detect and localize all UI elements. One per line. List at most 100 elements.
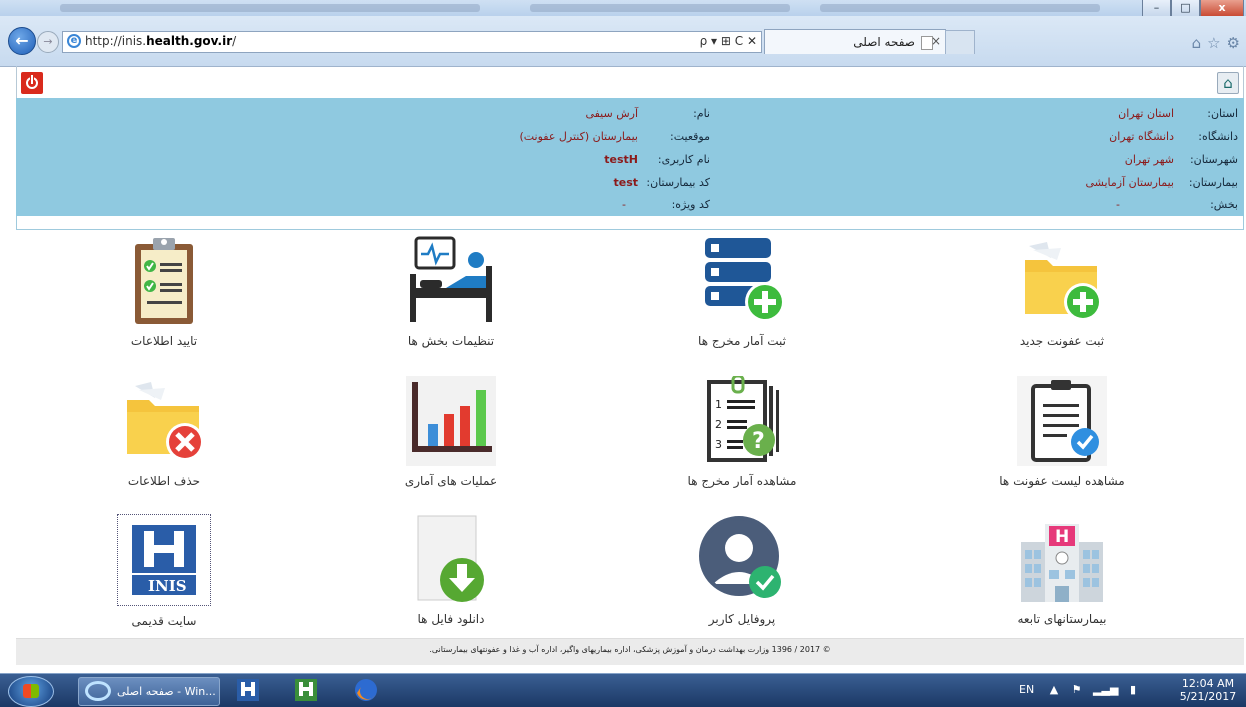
bar-chart-icon xyxy=(406,376,496,466)
tile-label: پروفایل کاربر xyxy=(708,612,776,626)
svg-text:3: 3 xyxy=(715,438,722,451)
province-row: استان: xyxy=(1207,107,1238,121)
tile-label: مشاهده لیست عفونت ها xyxy=(999,474,1125,488)
clipboard-check-icon xyxy=(1017,376,1107,466)
tab-close-icon[interactable]: × xyxy=(931,34,941,48)
tile-new-infection[interactable]: ثبت عفونت جدید xyxy=(982,236,1142,348)
svg-text:H: H xyxy=(1055,527,1069,547)
city-label: شهرستان: xyxy=(1189,153,1238,166)
username-value: testH xyxy=(604,153,638,166)
hospital-value: بیمارستان آزمایشی xyxy=(1085,176,1174,189)
ie-icon: e xyxy=(67,34,81,48)
ie-icon xyxy=(85,681,111,701)
folder-add-icon xyxy=(1017,236,1107,326)
taskbar-ie-item[interactable]: صفحه اصلی - Win... xyxy=(78,677,220,706)
hospital-code-label: کد بیمارستان: xyxy=(646,176,710,189)
tile-confirm-data[interactable]: تایید اطلاعات xyxy=(84,236,244,348)
favorites-star-icon[interactable]: ☆ xyxy=(1207,34,1220,52)
position-label: موقعیت: xyxy=(670,130,710,143)
language-indicator[interactable]: EN xyxy=(1019,683,1034,696)
tile-delete-data[interactable]: حذف اطلاعات xyxy=(84,376,244,488)
signal-icon[interactable]: ▂▃▅ xyxy=(1093,683,1118,696)
svg-text:?: ? xyxy=(752,429,765,454)
clock-time: 12:04 AM xyxy=(1181,677,1235,690)
tile-label: تنظیمات بخش ها xyxy=(407,334,495,348)
hospital-building-icon: H xyxy=(1017,514,1107,604)
address-tools[interactable]: ρ ▾ ⊞ C ✕ xyxy=(700,34,757,48)
taskbar-inis-app-2[interactable] xyxy=(286,677,326,704)
back-button[interactable]: ← xyxy=(8,27,36,55)
special-code-label: کد ویژه: xyxy=(671,198,710,211)
windows-taskbar: صفحه اصلی - Win... EN ▲ ⚑ ▂▃▅ ▮ 12:04 AM… xyxy=(0,673,1246,707)
blurred-menu xyxy=(820,4,1100,12)
blurred-menu xyxy=(60,4,480,12)
page-topbar: ⌂ xyxy=(16,66,1244,98)
tile-label: دانلود فایل ها xyxy=(417,612,485,626)
province-label: استان: xyxy=(1207,107,1238,120)
position-value: بیمارستان (کنترل عفونت) xyxy=(519,130,638,143)
tile-label: حذف اطلاعات xyxy=(127,474,201,488)
taskbar-clock[interactable]: 12:04 AM 5/21/2017 xyxy=(1178,677,1238,703)
tile-user-profile[interactable]: پروفایل کاربر xyxy=(662,514,822,626)
tile-affiliated-hospitals[interactable]: H بیمارستانهای تابعه xyxy=(982,514,1142,626)
clock-date: 5/21/2017 xyxy=(1179,690,1237,703)
username-label: نام کاربری: xyxy=(657,153,710,166)
tile-ward-settings[interactable]: تنظیمات بخش ها xyxy=(371,236,531,348)
user-profile-icon xyxy=(697,514,787,604)
svg-text:2: 2 xyxy=(715,418,722,431)
tile-label: عملیات های آماری xyxy=(404,474,498,488)
forward-button[interactable]: → xyxy=(37,31,59,53)
tile-old-site[interactable]: INIS سایت قدیمی xyxy=(84,514,244,628)
home-icon[interactable]: ⌂ xyxy=(1192,34,1202,52)
folder-delete-icon xyxy=(119,376,209,466)
copyright-text: © 2017 / 1396 وزارت بهداشت درمان و آموزش… xyxy=(429,645,831,654)
university-label: دانشگاه: xyxy=(1198,130,1238,143)
file-download-icon xyxy=(406,514,496,604)
url-text: http://inis.health.gov.ir/ xyxy=(85,34,237,48)
tile-label: سایت قدیمی xyxy=(131,614,197,628)
settings-gear-icon[interactable]: ⚙ xyxy=(1227,34,1240,52)
address-bar[interactable]: e http://inis.health.gov.ir/ ρ ▾ ⊞ C ✕ xyxy=(62,31,762,53)
system-tray: EN ▲ ⚑ ▂▃▅ ▮ xyxy=(1019,683,1136,696)
info-panel-bottom xyxy=(16,216,1244,230)
power-logout-icon[interactable] xyxy=(21,72,43,94)
tile-view-discharge[interactable]: 1 2 3 ? مشاهده آمار مخرج ها xyxy=(662,374,822,488)
document-question-icon: 1 2 3 ? xyxy=(697,374,787,466)
tile-discharge-stats[interactable]: ثبت آمار مخرج ها xyxy=(662,236,822,348)
new-tab-button[interactable] xyxy=(945,30,975,54)
ward-label: بخش: xyxy=(1210,198,1238,211)
start-button[interactable] xyxy=(8,676,54,707)
svg-text:1: 1 xyxy=(715,398,722,411)
blurred-menu xyxy=(530,4,790,12)
browser-tools: ⌂ ☆ ⚙ xyxy=(1192,34,1240,52)
window-titlebar: – □ x xyxy=(0,0,1246,18)
tile-label: تایید اطلاعات xyxy=(130,334,198,348)
tile-infection-list[interactable]: مشاهده لیست عفونت ها xyxy=(982,376,1142,488)
hospital-bed-icon xyxy=(406,236,496,326)
tab-title: صفحه اصلی xyxy=(853,35,915,49)
battery-icon[interactable]: ▮ xyxy=(1130,683,1136,696)
university-value: دانشگاه تهران xyxy=(1109,130,1174,143)
tile-download-files[interactable]: دانلود فایل ها xyxy=(371,514,531,626)
inis-logo-icon: INIS xyxy=(117,514,211,606)
tile-label: بیمارستانهای تابعه xyxy=(1017,612,1107,626)
tray-arrow-icon[interactable]: ▲ xyxy=(1050,683,1058,696)
flag-icon[interactable]: ⚑ xyxy=(1072,683,1082,696)
user-info-panel: استان: استان تهران دانشگاه: دانشگاه تهرا… xyxy=(16,98,1244,216)
tab-home[interactable]: صفحه اصلی × xyxy=(764,29,946,54)
ward-value: - xyxy=(1116,198,1120,211)
page-footer: © 2017 / 1396 وزارت بهداشت درمان و آموزش… xyxy=(16,638,1244,665)
home-icon[interactable]: ⌂ xyxy=(1217,72,1239,94)
name-label: نام: xyxy=(693,107,710,120)
hospital-code-value: test xyxy=(613,176,638,189)
province-value: استان تهران xyxy=(1118,107,1174,120)
tile-statistical-ops[interactable]: عملیات های آماری xyxy=(371,376,531,488)
taskbar-inis-app-1[interactable] xyxy=(228,677,268,704)
special-code-value: - xyxy=(622,198,626,211)
tile-label: مشاهده آمار مخرج ها xyxy=(687,474,797,488)
tile-label: ثبت آمار مخرج ها xyxy=(698,334,786,348)
clipboard-checklist-icon xyxy=(119,236,209,326)
name-value: آرش سیفی xyxy=(585,107,638,120)
taskbar-firefox[interactable] xyxy=(346,677,386,704)
svg-text:INIS: INIS xyxy=(148,577,187,595)
